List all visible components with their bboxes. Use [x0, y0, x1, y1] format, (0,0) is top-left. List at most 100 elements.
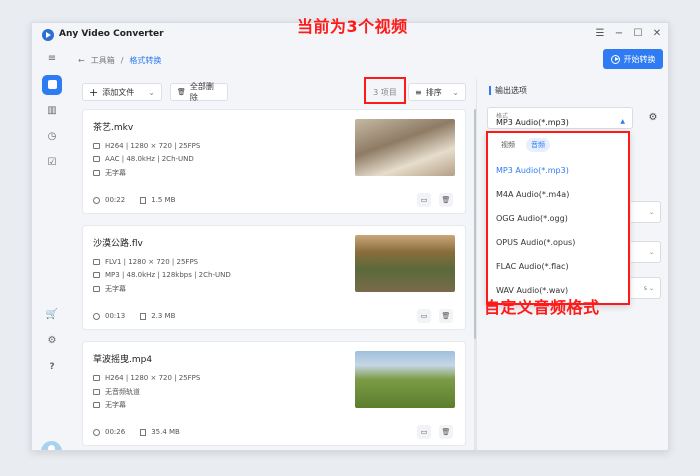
plus-icon: + [89, 85, 99, 99]
sidebar-toggle-icon[interactable]: ≡ [42, 49, 62, 69]
breadcrumb: ← 工具箱 / 格式转换 [78, 53, 161, 67]
chevron-down-icon: ⌄ [648, 209, 654, 216]
trash-icon[interactable]: 🗑 [439, 425, 453, 439]
video-info: H264 | 1280 × 720 | 25FPS [93, 374, 200, 382]
folder-icon[interactable]: ▭ [417, 193, 431, 207]
maximize-icon[interactable]: ☐ [631, 27, 645, 41]
trash-icon[interactable]: 🗑 [439, 309, 453, 323]
tab-video[interactable]: 视频 [496, 138, 520, 152]
avatar[interactable] [41, 441, 62, 450]
audio-icon [93, 156, 100, 162]
trash-icon[interactable]: 🗑 [439, 193, 453, 207]
video-info: FLV1 | 1280 × 720 | 25FPS [93, 258, 198, 266]
hidden-select-1[interactable]: ⌄ [631, 201, 661, 223]
file-footer: 00:26 35.4 MB [93, 428, 180, 436]
hidden-select-2[interactable]: ⌄ [631, 241, 661, 263]
sidebar-item-library[interactable]: ▥ [42, 101, 62, 121]
video-thumbnail[interactable] [355, 119, 455, 176]
format-option-opus[interactable]: OPUS Audio(*.opus) [496, 238, 575, 247]
audio-info: 无音频轨道 [93, 387, 140, 397]
trash-icon: 🗑 [177, 88, 186, 96]
cart-icon[interactable]: 🛒 [42, 305, 62, 325]
minimize-icon[interactable]: − [612, 27, 626, 41]
file-footer: 00:22 1.5 MB [93, 196, 175, 204]
format-option-flac[interactable]: FLAC Audio(*.flac) [496, 262, 569, 271]
subtitle-info: 无字幕 [93, 284, 126, 294]
duration: 00:22 [105, 196, 126, 204]
file-card[interactable]: 沙漠公路.flv FLV1 | 1280 × 720 | 25FPS MP3 |… [82, 225, 466, 330]
format-settings-gear-icon[interactable]: ⚙ [647, 112, 659, 124]
duration: 00:26 [105, 428, 126, 436]
delete-all-button[interactable]: 🗑 全部删除 [170, 82, 228, 102]
sidebar-item-history[interactable]: ◷ [42, 127, 62, 147]
format-select[interactable]: 格式 MP3 Audio(*.mp3) ▲ [487, 107, 633, 129]
annotation-bottom: 自定义音频格式 [484, 298, 600, 317]
app-title: Any Video Converter [59, 29, 164, 39]
file-card[interactable]: 茶艺.mkv H264 | 1280 × 720 | 25FPS AAC | 4… [82, 109, 466, 214]
app-logo-icon [42, 29, 54, 41]
close-icon[interactable]: ✕ [650, 27, 664, 41]
clock-icon [93, 428, 100, 436]
sidebar-item-tasks[interactable]: ☑ [42, 153, 62, 173]
subtitle-info: 无字幕 [93, 400, 126, 410]
audio-info: MP3 | 48.0kHz | 128kbps | 2Ch-UND [93, 271, 231, 279]
audio-info-text: MP3 | 48.0kHz | 128kbps | 2Ch-UND [105, 271, 231, 279]
play-icon [610, 54, 620, 64]
format-value: MP3 Audio(*.mp3) [496, 118, 569, 127]
file-size-icon [140, 196, 147, 204]
sidebar-item-toolbox[interactable] [42, 75, 62, 95]
video-thumbnail[interactable] [355, 351, 455, 408]
format-option-m4a[interactable]: M4A Audio(*.m4a) [496, 190, 569, 199]
file-size: 35.4 MB [151, 428, 180, 436]
items-count-highlight [364, 77, 406, 104]
chevron-down-icon: ⌄ [648, 285, 654, 292]
subtitle-icon [93, 286, 100, 292]
start-convert-button[interactable]: 开始转换 [603, 49, 663, 69]
audio-icon [93, 272, 100, 278]
video-icon [93, 375, 100, 381]
breadcrumb-root[interactable]: 工具箱 [91, 55, 115, 66]
format-option-ogg[interactable]: OGG Audio(*.ogg) [496, 214, 568, 223]
back-icon[interactable]: ← [78, 56, 85, 65]
panel-title: 输出选项 [489, 85, 527, 96]
format-option-mp3[interactable]: MP3 Audio(*.mp3) [496, 166, 569, 175]
file-name: 沙漠公路.flv [93, 239, 143, 249]
start-convert-label: 开始转换 [623, 54, 656, 64]
add-file-label: 添加文件 [102, 87, 135, 97]
video-info-text: H264 | 1280 × 720 | 25FPS [105, 374, 201, 382]
file-footer: 00:13 2.3 MB [93, 312, 175, 320]
menu-icon[interactable]: ☰ [593, 27, 607, 41]
subtitle-icon [93, 170, 100, 176]
duration: 00:13 [105, 312, 126, 320]
subtitle-info: 无字幕 [93, 168, 126, 178]
tab-audio[interactable]: 音频 [526, 138, 550, 152]
file-name: 茶艺.mkv [93, 123, 134, 133]
chevron-down-icon: ⌄ [452, 87, 459, 97]
video-thumbnail[interactable] [355, 235, 455, 292]
video-icon [93, 259, 100, 265]
hidden-select-3[interactable]: s ⌄ [631, 277, 661, 299]
folder-icon[interactable]: ▭ [417, 425, 431, 439]
file-card[interactable]: 草波摇曳.mp4 H264 | 1280 × 720 | 25FPS 无音频轨道… [82, 341, 466, 446]
subtitle-info-text: 无字幕 [105, 285, 126, 293]
chevron-down-icon[interactable]: ⌄ [148, 88, 155, 97]
sort-button[interactable]: ≡ 排序 ⌄ [408, 83, 466, 101]
subtitle-info-text: 无字幕 [105, 401, 126, 409]
file-name: 草波摇曳.mp4 [93, 355, 153, 365]
subtitle-info-text: 无字幕 [105, 169, 126, 177]
file-size: 2.3 MB [151, 312, 176, 320]
format-dropdown: 视频 音频 MP3 Audio(*.mp3) M4A Audio(*.m4a) … [486, 131, 630, 305]
video-icon [93, 143, 100, 149]
video-info-text: FLV1 | 1280 × 720 | 25FPS [105, 258, 199, 266]
add-file-button[interactable]: + 添加文件 ⌄ [82, 83, 162, 101]
clock-icon [93, 196, 100, 204]
sidebar: ≡ ▥ ◷ ☑ 🛒 ⚙ ? [32, 47, 72, 450]
audio-info: AAC | 48.0kHz | 2Ch-UND [93, 155, 194, 163]
delete-all-label: 全部删除 [189, 82, 214, 102]
file-size-icon [140, 428, 147, 436]
settings-gear-icon[interactable]: ⚙ [42, 331, 62, 351]
file-size: 1.5 MB [151, 196, 176, 204]
file-size-icon [140, 312, 147, 320]
folder-icon[interactable]: ▭ [417, 309, 431, 323]
help-icon[interactable]: ? [42, 357, 62, 377]
